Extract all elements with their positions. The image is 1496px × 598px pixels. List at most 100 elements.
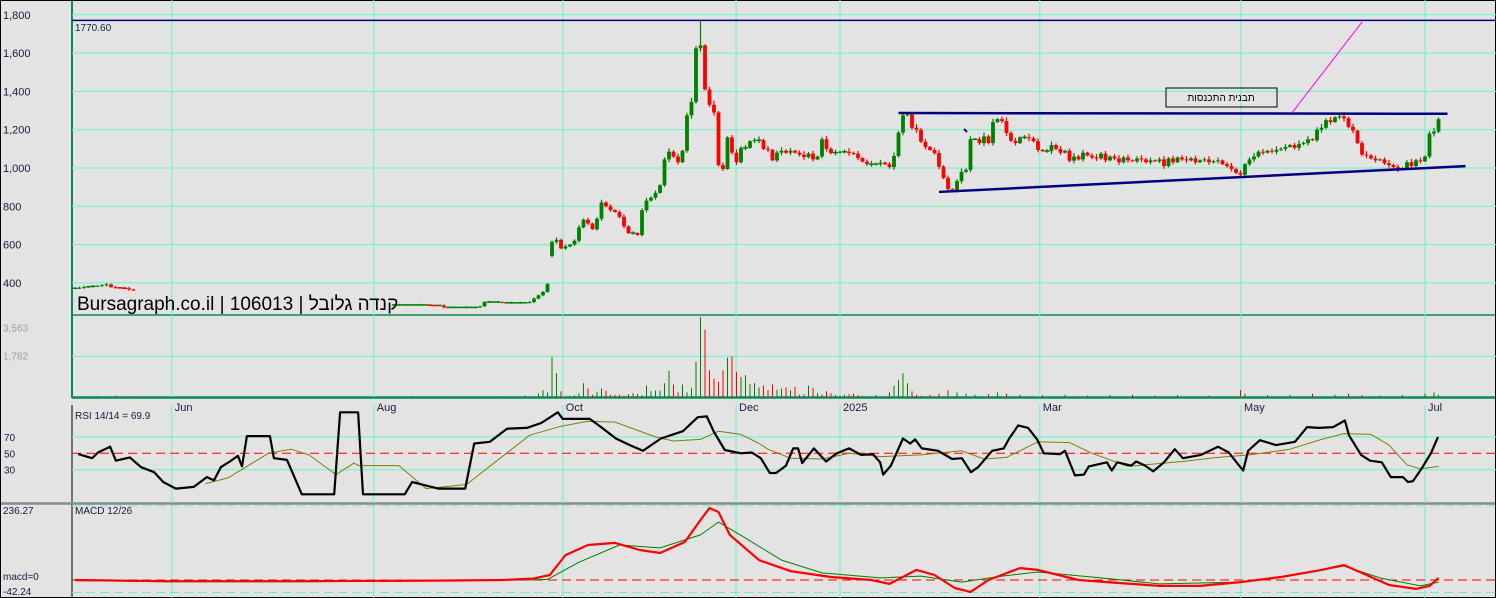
candle-body	[1391, 165, 1396, 168]
candle-body	[532, 298, 536, 303]
price-tick-label: 1,400	[3, 86, 31, 98]
candle-body	[703, 45, 707, 90]
price-tick-label: 1,800	[3, 10, 31, 22]
candle	[72, 287, 78, 290]
candle-body	[1418, 160, 1423, 162]
candle-body	[1162, 159, 1166, 167]
candle	[685, 112, 689, 153]
price-tick-label: 1,000	[3, 163, 31, 175]
candle-body	[77, 287, 82, 289]
candle-body	[478, 306, 482, 308]
candle-body	[82, 287, 86, 289]
candle	[459, 306, 465, 309]
candle-body	[1144, 159, 1148, 163]
candle-body	[1337, 116, 1342, 118]
candle-body	[1058, 148, 1063, 153]
candle-body	[1207, 159, 1211, 163]
candle-body	[617, 212, 622, 217]
candle	[559, 238, 563, 250]
candle-body	[545, 283, 550, 293]
candle	[1018, 136, 1022, 144]
candle-body	[901, 115, 905, 133]
candle-body	[127, 288, 131, 290]
candle-body	[1369, 155, 1373, 159]
candle-body	[563, 246, 568, 249]
candle	[504, 301, 510, 304]
candle-body	[1139, 158, 1144, 160]
resistance-trendline[interactable]	[898, 111, 1448, 116]
candle-body	[1279, 148, 1283, 150]
candle-body	[856, 153, 860, 159]
candle-body	[1297, 144, 1301, 148]
candle-body	[865, 161, 869, 165]
candle-body	[572, 240, 577, 245]
candle-body	[1315, 129, 1319, 141]
candle	[450, 306, 456, 309]
candle	[658, 184, 662, 194]
candle-body	[1103, 153, 1108, 161]
macd-title: MACD 12/26	[75, 506, 133, 517]
price-tick-label: 1,600	[3, 48, 31, 60]
candle-body	[887, 164, 892, 168]
candle-body	[536, 295, 541, 299]
candle-body	[1229, 166, 1234, 169]
candle-body	[1364, 154, 1369, 156]
candle-body	[923, 141, 928, 147]
candle-body	[1387, 163, 1391, 166]
candle-body	[1301, 143, 1306, 145]
candle	[991, 118, 995, 146]
rsi-level-label: 30	[4, 466, 16, 477]
candle-body	[658, 185, 662, 193]
candle-body	[104, 284, 109, 286]
candle-body	[1148, 160, 1153, 163]
candle-body	[905, 114, 910, 116]
candle-body	[775, 152, 779, 161]
candle-body	[1409, 162, 1414, 167]
candle-body	[1135, 158, 1139, 162]
rsi-title: RSI 14/14 = 69.9	[75, 411, 151, 422]
candle-body	[608, 206, 613, 211]
candle-body	[622, 216, 626, 227]
candle-body	[581, 219, 586, 228]
macd-zero-label: macd=0	[3, 572, 39, 583]
candle-body	[779, 150, 784, 153]
candle-body	[613, 210, 617, 213]
candle-body	[500, 302, 505, 304]
candle-body	[694, 48, 698, 102]
candle	[896, 130, 901, 158]
candle-body	[1072, 156, 1076, 161]
candle-body	[100, 285, 104, 287]
rsi-level-label: 70	[4, 433, 16, 444]
date-tick-label: Jul	[1428, 402, 1442, 414]
candle-body	[1360, 143, 1364, 155]
date-tick-label: Oct	[566, 402, 583, 414]
candle-body	[770, 149, 775, 161]
stock-chart[interactable]: 1,800 1,600 1,400 1,200 1,000 800 600 400 3,563 1…	[0, 0, 1496, 598]
rsi-level-label: 50	[4, 449, 16, 460]
candle-body	[986, 136, 991, 144]
candle-body	[689, 101, 694, 116]
candle	[414, 304, 420, 306]
candle	[703, 44, 707, 91]
candle-body	[95, 285, 100, 287]
candle	[446, 306, 451, 309]
candle-body	[1031, 138, 1036, 142]
candle-body	[604, 202, 608, 207]
candle	[910, 111, 914, 130]
candle	[694, 46, 698, 104]
candle-body	[1000, 119, 1004, 122]
macd-max-label: 236.27	[3, 506, 34, 517]
candle-body	[847, 151, 851, 154]
candle-body	[1094, 157, 1099, 159]
peak-price-label: 1770.60	[75, 23, 112, 34]
candle-body	[1234, 168, 1238, 173]
candle-body	[1121, 157, 1126, 163]
candle	[410, 304, 415, 306]
candle-body	[955, 181, 959, 191]
candle	[545, 283, 550, 293]
candle	[626, 225, 631, 235]
candle	[550, 240, 554, 258]
candle-body	[712, 104, 716, 113]
candle-body	[1067, 150, 1072, 161]
candle-body	[721, 165, 725, 169]
